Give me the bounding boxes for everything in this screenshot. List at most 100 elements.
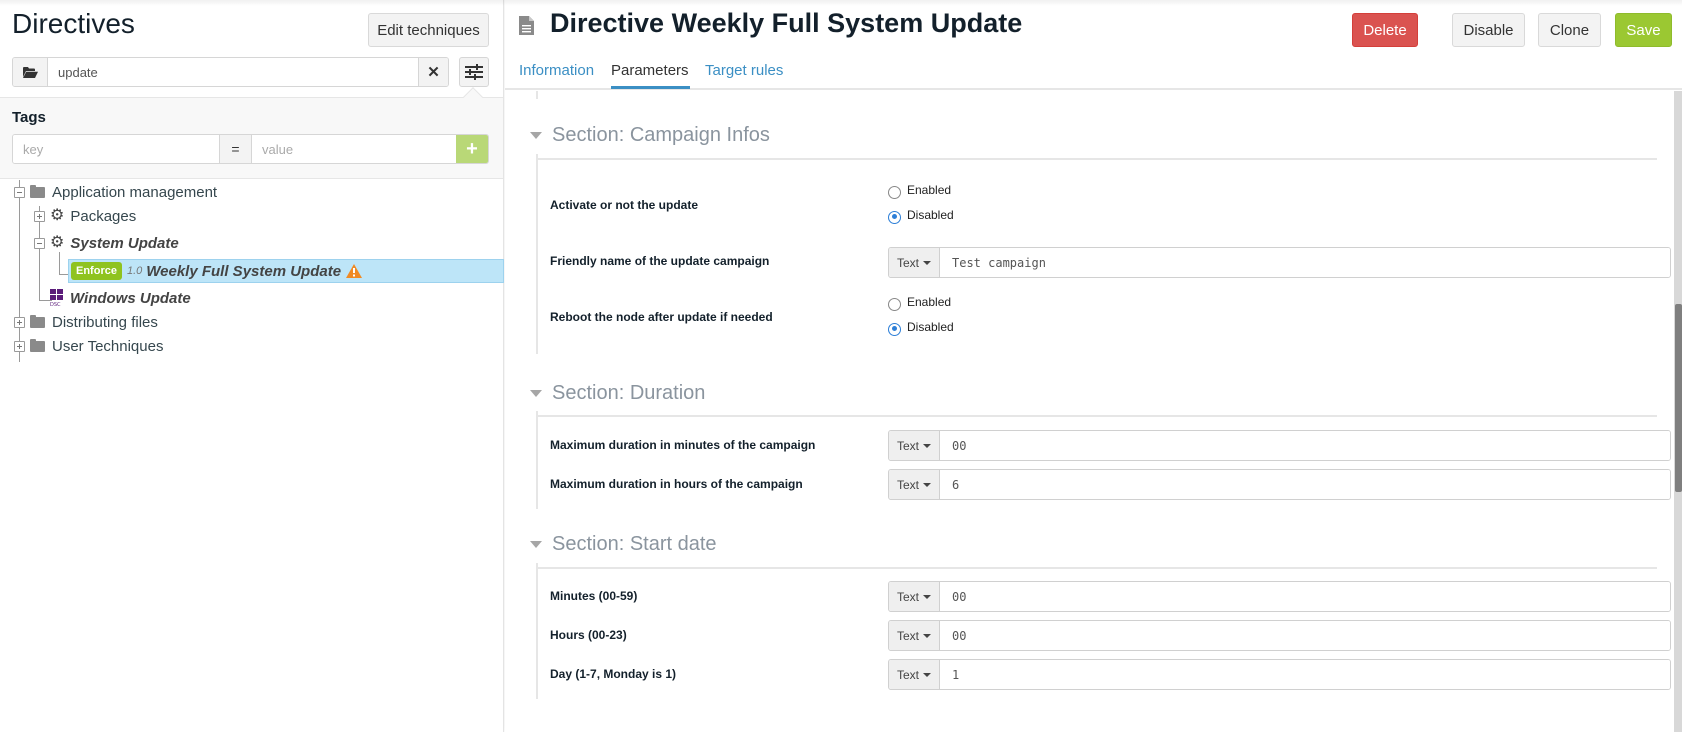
- tree-item-label: System Update: [70, 234, 179, 252]
- field-label: Minutes (00-59): [550, 589, 638, 603]
- expand-toggle-icon[interactable]: [14, 316, 25, 328]
- section-header-campaign-infos[interactable]: Section: Campaign Infos: [530, 124, 770, 147]
- value-type-dropdown[interactable]: Text: [889, 431, 940, 460]
- tag-input-group: = +: [12, 134, 489, 164]
- field-label: Activate or not the update: [550, 198, 699, 212]
- disable-button[interactable]: Disable: [1452, 13, 1525, 47]
- tag-value-input[interactable]: [252, 135, 456, 163]
- enforce-badge: Enforce: [71, 262, 122, 280]
- start-hours-input-group: Text: [888, 620, 1671, 651]
- start-day-input[interactable]: [940, 660, 1670, 689]
- tree-item-label: User Techniques: [52, 337, 164, 355]
- tree-item-user-techniques[interactable]: User Techniques: [14, 335, 163, 357]
- campaign-name-input-group: Text: [888, 247, 1671, 278]
- sliders-icon: [465, 64, 483, 80]
- section-title: Section: Start date: [552, 533, 717, 555]
- value-type-dropdown[interactable]: Text: [889, 582, 940, 611]
- section-guide-line: [536, 411, 538, 509]
- reboot-disabled-radio[interactable]: Disabled: [888, 320, 954, 336]
- max-minutes-input-group: Text: [888, 430, 1671, 461]
- section-guide-line: [536, 154, 538, 354]
- activate-disabled-radio[interactable]: Disabled: [888, 208, 954, 224]
- clear-search-icon[interactable]: ✕: [418, 58, 448, 86]
- directive-search-input[interactable]: [48, 58, 418, 86]
- tree-item-packages[interactable]: ⚙ Packages: [34, 205, 136, 227]
- section-divider: [536, 415, 1657, 417]
- section-header-start-date[interactable]: Section: Start date: [530, 533, 717, 556]
- tree-item-system-update[interactable]: ⚙ System Update: [34, 232, 179, 254]
- folder-icon: [30, 338, 45, 352]
- save-button[interactable]: Save: [1615, 13, 1672, 47]
- max-minutes-input[interactable]: [940, 431, 1670, 460]
- tab-target-rules[interactable]: Target rules: [705, 62, 783, 79]
- tag-key-input[interactable]: [13, 135, 219, 163]
- value-type-dropdown[interactable]: Text: [889, 660, 940, 689]
- campaign-name-input[interactable]: [940, 248, 1670, 277]
- value-type-dropdown[interactable]: Text: [889, 470, 940, 499]
- section-guide-line: [536, 563, 538, 699]
- folder-icon: [30, 314, 45, 328]
- section-title: Section: Duration: [552, 382, 706, 404]
- expand-toggle-icon[interactable]: [14, 340, 25, 352]
- tags-filter-panel: Tags = +: [0, 87, 503, 179]
- tree-item-label: Application management: [52, 183, 218, 201]
- start-hours-input[interactable]: [940, 621, 1670, 650]
- sidebar-title: Directives: [12, 8, 135, 39]
- field-label: Hours (00-23): [550, 628, 627, 642]
- panel-caret: [463, 87, 483, 107]
- delete-button[interactable]: Delete: [1352, 13, 1418, 47]
- edit-techniques-button[interactable]: Edit techniques: [368, 13, 489, 47]
- caret-down-icon: [923, 443, 931, 448]
- app: Directives Edit techniques ✕ Tags = +: [0, 0, 1682, 732]
- gear-icon: ⚙: [50, 234, 65, 251]
- field-label: Reboot the node after update if needed: [550, 310, 773, 324]
- technique-version: 1.0: [126, 265, 143, 277]
- gear-icon: ⚙: [50, 207, 65, 224]
- value-type-dropdown[interactable]: Text: [889, 621, 940, 650]
- clone-button[interactable]: Clone: [1538, 13, 1601, 47]
- content-scrollbar[interactable]: [1674, 91, 1682, 732]
- title-prefix: Directive: [550, 8, 665, 38]
- folder-open-icon[interactable]: [13, 58, 48, 86]
- tree-connector: [59, 252, 60, 274]
- parameters-form: Section: Campaign Infos Activate or not …: [505, 91, 1673, 732]
- radio-unchecked-icon: [888, 297, 901, 311]
- tab-parameters[interactable]: Parameters: [611, 62, 689, 79]
- tags-title: Tags: [12, 109, 46, 126]
- collapse-caret-icon[interactable]: [530, 541, 542, 548]
- directive-tabs: Information Parameters Target rules: [505, 56, 1682, 90]
- max-hours-input[interactable]: [940, 470, 1670, 499]
- page-title: Directive Weekly Full System Update: [550, 8, 1022, 39]
- tree-item-label: Distributing files: [52, 313, 158, 331]
- tree-item-weekly-full-system-update[interactable]: Enforce 1.0 Weekly Full System Update: [70, 260, 363, 282]
- add-tag-button[interactable]: +: [456, 135, 488, 163]
- section-header-duration[interactable]: Section: Duration: [530, 382, 705, 405]
- caret-down-icon: [923, 482, 931, 487]
- tree-item-label: Packages: [70, 207, 137, 225]
- activate-enabled-radio[interactable]: Enabled: [888, 183, 951, 199]
- collapse-toggle-icon[interactable]: [14, 186, 25, 198]
- directive-details: Directive Weekly Full System Update Dele…: [505, 0, 1682, 732]
- start-day-input-group: Text: [888, 659, 1671, 690]
- max-hours-input-group: Text: [888, 469, 1671, 500]
- field-label: Friendly name of the update campaign: [550, 254, 770, 268]
- scrollbar-thumb[interactable]: [1675, 304, 1682, 492]
- expand-toggle-icon[interactable]: [34, 210, 45, 222]
- collapse-caret-icon[interactable]: [530, 132, 542, 139]
- radio-unchecked-icon: [888, 185, 901, 199]
- reboot-enabled-radio[interactable]: Enabled: [888, 295, 951, 311]
- caret-down-icon: [923, 633, 931, 638]
- collapse-caret-icon[interactable]: [530, 390, 542, 397]
- tree-item-label: Weekly Full System Update: [146, 262, 342, 280]
- tab-information[interactable]: Information: [519, 62, 594, 79]
- field-label: Maximum duration in hours of the campaig…: [550, 477, 803, 491]
- collapse-toggle-icon[interactable]: [34, 237, 45, 249]
- tree-item-distributing-files[interactable]: Distributing files: [14, 311, 158, 333]
- warning-icon: [346, 264, 363, 278]
- start-minutes-input[interactable]: [940, 582, 1670, 611]
- filter-toggle-button[interactable]: [459, 57, 489, 87]
- tree-item-application-management[interactable]: Application management: [14, 181, 217, 203]
- tree-item-windows-update[interactable]: DSC Windows Update: [50, 287, 191, 309]
- value-type-dropdown[interactable]: Text: [889, 248, 940, 277]
- windows-dsc-icon: DSC: [50, 289, 64, 308]
